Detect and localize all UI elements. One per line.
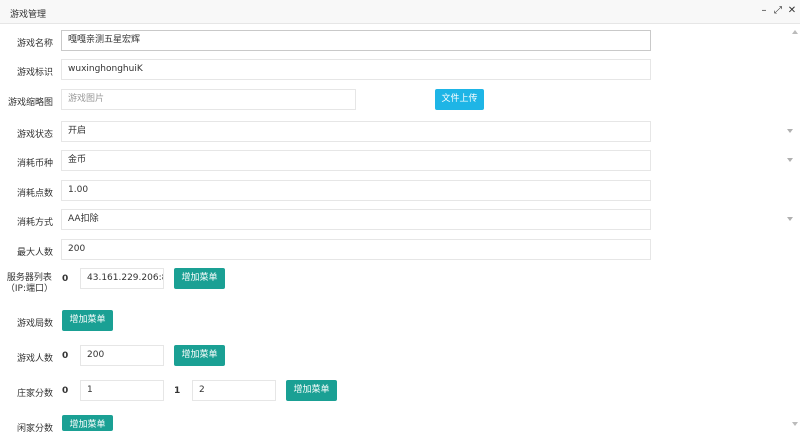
status-label: 游戏状态: [16, 130, 53, 140]
idle-score-label: 闲家分数: [16, 424, 53, 434]
game-name-input[interactable]: 嘎嘎亲测五星宏辉: [61, 30, 651, 51]
game-name-label: 游戏名称: [16, 39, 53, 49]
banker-add-button[interactable]: 增加菜单: [286, 380, 337, 401]
thumbnail-label: 游戏缩略图: [7, 98, 53, 108]
game-id-label: 游戏标识: [16, 68, 53, 78]
method-chevron-down-icon[interactable]: [787, 217, 793, 221]
scroll-down-icon[interactable]: [792, 422, 798, 426]
rounds-add-button[interactable]: 增加菜单: [62, 310, 113, 331]
servers-label: 服务器列表 （IP:端口）: [6, 273, 53, 295]
maximize-icon[interactable]: ⤢: [772, 5, 784, 17]
status-select[interactable]: 开启: [61, 121, 651, 142]
currency-label: 消耗币种: [16, 159, 53, 169]
banker-score-label: 庄家分数: [16, 389, 53, 399]
max-players-label: 最大人数: [16, 248, 53, 258]
status-chevron-down-icon[interactable]: [787, 129, 793, 133]
players-index: 0: [62, 351, 69, 361]
currency-chevron-down-icon[interactable]: [787, 158, 793, 162]
max-players-input[interactable]: 200: [61, 239, 651, 260]
banker-input-1[interactable]: 2: [192, 380, 276, 401]
scroll-up-icon[interactable]: [792, 30, 798, 34]
window-title: 游戏管理: [10, 10, 47, 20]
players-label: 游戏人数: [16, 354, 53, 364]
currency-select[interactable]: 金币: [61, 150, 651, 171]
players-add-button[interactable]: 增加菜单: [174, 345, 225, 366]
players-input[interactable]: 200: [80, 345, 164, 366]
idle-add-button[interactable]: 增加菜单: [62, 415, 113, 431]
servers-label-line1: 服务器列表: [6, 273, 52, 283]
server-input[interactable]: 43.161.229.206:8035: [80, 268, 164, 289]
servers-label-line2: （IP:端口）: [5, 284, 53, 294]
banker-index-0: 0: [62, 386, 69, 396]
server-index: 0: [62, 274, 69, 284]
method-label: 消耗方式: [16, 218, 53, 228]
close-icon[interactable]: ✕: [786, 5, 798, 17]
banker-index-1: 1: [174, 386, 181, 396]
game-id-input[interactable]: wuxinghonghuiK: [61, 59, 651, 80]
points-input[interactable]: 1.00: [61, 180, 651, 201]
file-upload-button[interactable]: 文件上传: [435, 89, 484, 110]
rounds-label: 游戏局数: [16, 319, 53, 329]
servers-add-button[interactable]: 增加菜单: [174, 268, 225, 289]
thumbnail-input[interactable]: 游戏图片: [61, 89, 356, 110]
method-select[interactable]: AA扣除: [61, 209, 651, 230]
points-label: 消耗点数: [16, 189, 53, 199]
minimize-icon[interactable]: –: [758, 5, 770, 17]
banker-input-0[interactable]: 1: [80, 380, 164, 401]
window-titlebar: 游戏管理 – ⤢ ✕: [0, 0, 800, 24]
